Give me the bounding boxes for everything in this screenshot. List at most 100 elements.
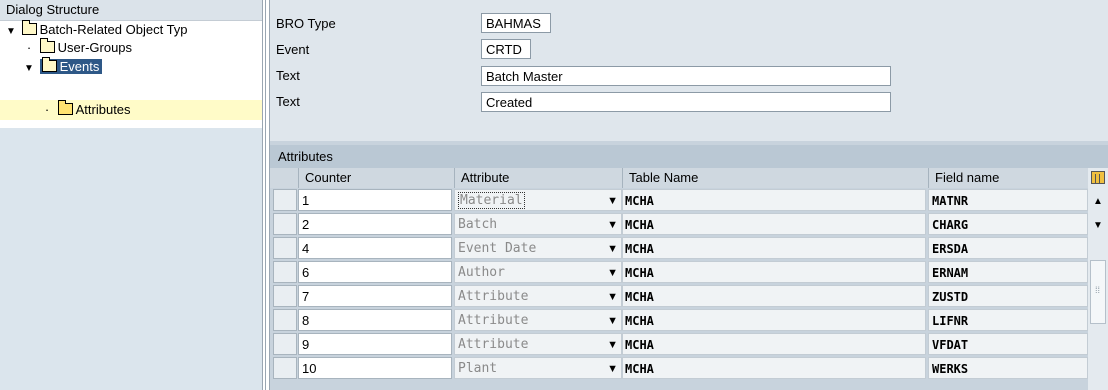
- table-name-cell[interactable]: MCHA: [622, 285, 926, 307]
- dropdown-arrow-icon[interactable]: ▼: [607, 358, 618, 378]
- row-selector[interactable]: [273, 213, 297, 235]
- dialog-structure-tree: Dialog Structure ▼ Batch-Related Object …: [0, 0, 262, 128]
- row-selector[interactable]: [273, 357, 297, 379]
- attribute-dropdown[interactable]: Plant ▼: [454, 357, 622, 379]
- table-name-cell[interactable]: MCHA: [622, 213, 926, 235]
- dropdown-arrow-icon[interactable]: ▼: [607, 334, 618, 354]
- select-all-header[interactable]: [270, 168, 298, 188]
- attribute-value: Attribute: [458, 313, 529, 328]
- attribute-dropdown[interactable]: Batch ▼: [454, 213, 622, 235]
- table-name-cell[interactable]: MCHA: [622, 357, 926, 379]
- table-row: 7 Attribute ▼ MCHA ZUSTD: [270, 284, 1088, 308]
- field-name-cell[interactable]: LIFNR: [928, 309, 1088, 331]
- scrollbar-thumb[interactable]: ⁞⁞: [1090, 260, 1106, 324]
- table-name-cell[interactable]: MCHA: [622, 189, 926, 211]
- dropdown-arrow-icon[interactable]: ▼: [607, 286, 618, 306]
- field-name-cell[interactable]: MATNR: [928, 189, 1088, 211]
- attribute-dropdown[interactable]: Material ▼: [454, 189, 622, 211]
- field-name-cell[interactable]: ERNAM: [928, 261, 1088, 283]
- column-header-attribute[interactable]: Attribute: [454, 168, 622, 188]
- folder-icon: [39, 38, 55, 53]
- tree-node-events[interactable]: ▼ Events: [22, 57, 103, 78]
- text-field-batch-master[interactable]: Batch Master: [481, 66, 891, 86]
- attribute-dropdown[interactable]: Attribute ▼: [454, 285, 622, 307]
- table-row: 1 Material ▼ MCHA MATNR: [270, 188, 1088, 212]
- attribute-dropdown[interactable]: Author ▼: [454, 261, 622, 283]
- table-row: 9 Attribute ▼ MCHA VFDAT: [270, 332, 1088, 356]
- leaf-bullet-icon: ·: [26, 40, 32, 55]
- row-selector[interactable]: [273, 285, 297, 307]
- counter-cell[interactable]: 9: [298, 333, 452, 355]
- counter-cell[interactable]: 7: [298, 285, 452, 307]
- table-header-row: Counter Attribute Table Name Field name: [270, 168, 1088, 188]
- tree-node-user-groups[interactable]: · User-Groups: [22, 38, 132, 57]
- tree-node-label: Attributes: [75, 102, 131, 117]
- counter-cell[interactable]: 2: [298, 213, 452, 235]
- field-name-cell[interactable]: WERKS: [928, 357, 1088, 379]
- row-selector[interactable]: [273, 333, 297, 355]
- grip-icon: ⁞⁞: [1095, 285, 1101, 295]
- leaf-bullet-icon: ·: [44, 102, 50, 117]
- tree-node-label: Batch-Related Object Typ: [39, 22, 188, 37]
- dropdown-arrow-icon[interactable]: ▼: [607, 238, 618, 258]
- tree-node-attributes[interactable]: · Attributes: [40, 100, 131, 119]
- tree-node-batch-related-object-type[interactable]: ▼ Batch-Related Object Typ: [4, 20, 188, 41]
- field-name-cell[interactable]: CHARG: [928, 213, 1088, 235]
- event-label: Event: [276, 42, 310, 57]
- bro-type-field[interactable]: BAHMAS: [481, 13, 551, 33]
- bro-type-label: BRO Type: [276, 16, 336, 31]
- table-row: 10 Plant ▼ MCHA WERKS: [270, 356, 1088, 380]
- column-header-counter[interactable]: Counter: [298, 168, 454, 188]
- text-label: Text: [276, 94, 300, 109]
- folder-icon: [21, 20, 37, 35]
- text-label: Text: [276, 68, 300, 83]
- row-selector[interactable]: [273, 309, 297, 331]
- counter-cell[interactable]: 8: [298, 309, 452, 331]
- table-title: Attributes: [270, 145, 1108, 168]
- event-field[interactable]: CRTD: [481, 39, 531, 59]
- table-row: 6 Author ▼ MCHA ERNAM: [270, 260, 1088, 284]
- dropdown-arrow-icon[interactable]: ▼: [607, 214, 618, 234]
- attribute-value: Material: [458, 192, 525, 209]
- attribute-dropdown[interactable]: Attribute ▼: [454, 309, 622, 331]
- dropdown-arrow-icon[interactable]: ▼: [607, 310, 618, 330]
- tree-node-label: Events: [59, 59, 100, 74]
- attribute-value: Batch: [458, 217, 498, 232]
- table-settings-icon[interactable]: [1091, 171, 1105, 184]
- expand-toggle-icon[interactable]: ▼: [22, 60, 36, 78]
- folder-icon: [41, 57, 57, 72]
- column-header-table-name[interactable]: Table Name: [622, 168, 928, 188]
- vertical-scrollbar[interactable]: ▲ ▼ ⁞⁞: [1088, 168, 1108, 390]
- attribute-dropdown[interactable]: Event Date ▼: [454, 237, 622, 259]
- field-name-cell[interactable]: ZUSTD: [928, 285, 1088, 307]
- scroll-up-icon[interactable]: ▲: [1092, 196, 1104, 208]
- dialog-structure-panel: Dialog Structure ▼ Batch-Related Object …: [0, 0, 262, 390]
- column-header-field-name[interactable]: Field name: [928, 168, 1088, 188]
- table-row: 4 Event Date ▼ MCHA ERSDA: [270, 236, 1088, 260]
- table-row: 2 Batch ▼ MCHA CHARG: [270, 212, 1088, 236]
- attribute-value: Plant: [458, 361, 498, 376]
- counter-cell[interactable]: 10: [298, 357, 452, 379]
- text-field-created[interactable]: Created: [481, 92, 891, 112]
- field-name-cell[interactable]: ERSDA: [928, 237, 1088, 259]
- expand-toggle-icon[interactable]: ▼: [4, 23, 18, 41]
- row-selector[interactable]: [273, 189, 297, 211]
- field-name-cell[interactable]: VFDAT: [928, 333, 1088, 355]
- attribute-value: Attribute: [458, 337, 529, 352]
- scroll-down-icon[interactable]: ▼: [1092, 220, 1104, 232]
- attribute-dropdown[interactable]: Attribute ▼: [454, 333, 622, 355]
- row-selector[interactable]: [273, 261, 297, 283]
- counter-cell[interactable]: 4: [298, 237, 452, 259]
- dropdown-arrow-icon[interactable]: ▼: [607, 262, 618, 282]
- counter-cell[interactable]: 1: [298, 189, 452, 211]
- splitter-handle[interactable]: [262, 0, 270, 390]
- row-selector[interactable]: [273, 237, 297, 259]
- selected-node-label: Events: [39, 57, 103, 74]
- counter-cell[interactable]: 6: [298, 261, 452, 283]
- open-folder-icon: [57, 100, 73, 115]
- table-name-cell[interactable]: MCHA: [622, 333, 926, 355]
- table-name-cell[interactable]: MCHA: [622, 309, 926, 331]
- table-name-cell[interactable]: MCHA: [622, 237, 926, 259]
- dropdown-arrow-icon[interactable]: ▼: [607, 190, 618, 210]
- table-name-cell[interactable]: MCHA: [622, 261, 926, 283]
